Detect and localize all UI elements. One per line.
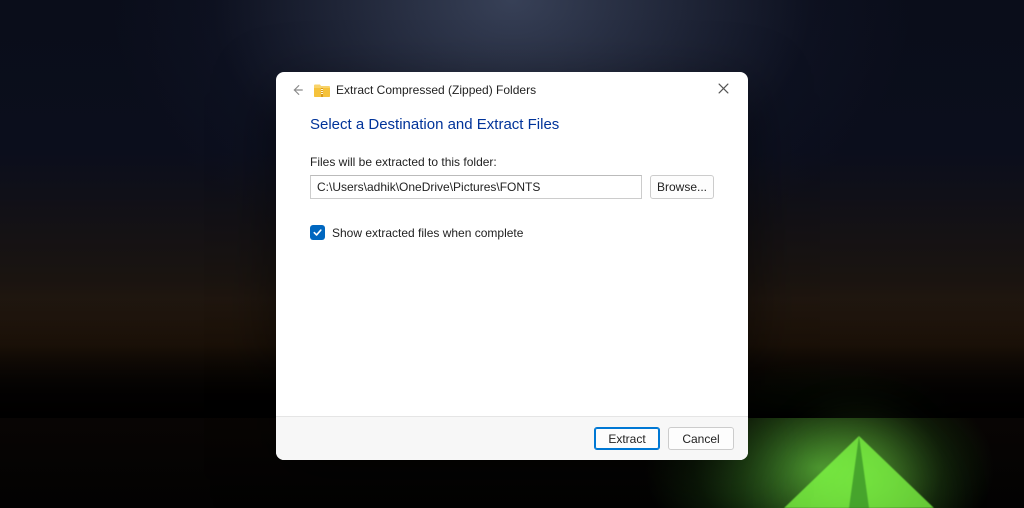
show-extracted-checkbox-label: Show extracted files when complete [332, 226, 523, 240]
dialog-title: Extract Compressed (Zipped) Folders [336, 83, 536, 97]
checkmark-icon [312, 227, 323, 238]
extract-button[interactable]: Extract [594, 427, 660, 450]
extract-zip-dialog: Extract Compressed (Zipped) Folders Sele… [276, 72, 748, 460]
dialog-footer: Extract Cancel [276, 416, 748, 460]
destination-field-label: Files will be extracted to this folder: [310, 155, 714, 169]
cancel-button[interactable]: Cancel [668, 427, 734, 450]
close-button[interactable] [704, 73, 742, 103]
arrow-left-icon [290, 83, 304, 97]
browse-button[interactable]: Browse... [650, 175, 714, 199]
zipped-folder-icon [314, 84, 330, 97]
dialog-body: Select a Destination and Extract Files F… [276, 108, 748, 416]
show-extracted-checkbox[interactable] [310, 225, 325, 240]
destination-path-input[interactable] [310, 175, 642, 199]
dialog-heading: Select a Destination and Extract Files [310, 116, 714, 133]
dialog-titlebar: Extract Compressed (Zipped) Folders [276, 72, 748, 108]
destination-row: Browse... [310, 175, 714, 199]
show-extracted-checkbox-row[interactable]: Show extracted files when complete [310, 225, 714, 240]
back-button[interactable] [286, 79, 308, 101]
close-icon [718, 83, 729, 94]
wallpaper-tent [784, 428, 934, 508]
